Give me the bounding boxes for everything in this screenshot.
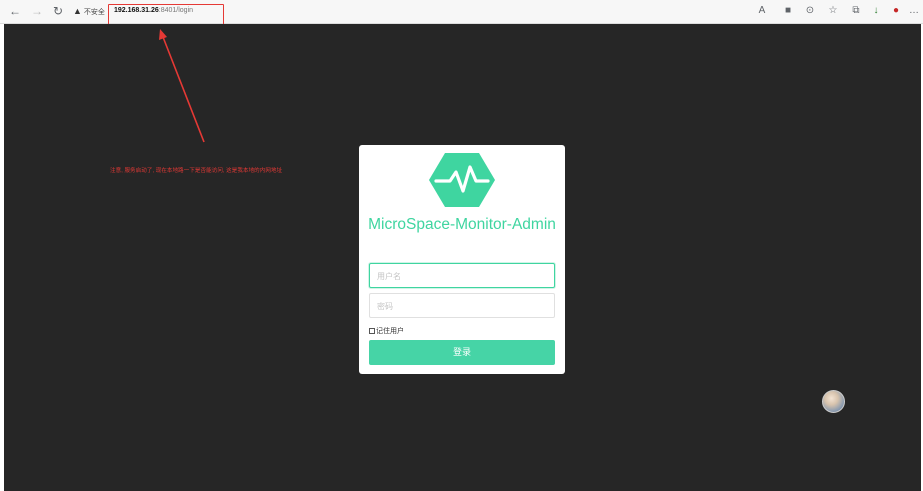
browser-toolbar: ← → ↻ ▲ 不安全 192.168.31.26:8401/login A ■ …	[0, 0, 923, 26]
remember-label: 记住用户	[376, 328, 404, 335]
read-aloud-icon[interactable]: A	[756, 5, 768, 17]
remember-user[interactable]: 记住用户	[369, 326, 404, 336]
app-title: MicroSpace-Monitor-Admin	[368, 216, 556, 233]
security-label: 不安全	[83, 9, 105, 16]
back-arrow-icon[interactable]: ←	[8, 4, 22, 18]
app-icon[interactable]: ■	[782, 5, 794, 17]
security-indicator[interactable]: ▲ 不安全	[73, 6, 105, 17]
collections-icon[interactable]: ⧉	[850, 5, 862, 17]
reload-icon[interactable]: ↻	[51, 4, 65, 18]
username-input[interactable]: 用户名	[369, 263, 555, 288]
more-icon[interactable]: …	[908, 5, 920, 17]
annotation-text: 注意, 服务启动了, 现在本地路一下是否能访问, 这是我本地的内网地址	[110, 168, 283, 174]
floating-avatar[interactable]	[822, 390, 845, 413]
address-highlight-box	[108, 4, 224, 26]
extension-icon[interactable]: ⊙	[804, 5, 816, 17]
login-button[interactable]: 登录	[369, 340, 555, 365]
pulse-hexagon-logo	[429, 153, 495, 207]
password-input[interactable]: 密码	[369, 293, 555, 318]
profile-icon[interactable]: ●	[890, 5, 902, 17]
forward-arrow-icon[interactable]: →	[30, 4, 44, 18]
login-card: MicroSpace-Monitor-Admin 用户名 密码 记住用户 登录	[359, 145, 565, 374]
remember-checkbox[interactable]	[369, 328, 375, 334]
download-icon[interactable]: ↓	[870, 5, 882, 17]
warning-icon: ▲	[73, 6, 82, 16]
favorites-icon[interactable]: ☆	[827, 5, 839, 17]
